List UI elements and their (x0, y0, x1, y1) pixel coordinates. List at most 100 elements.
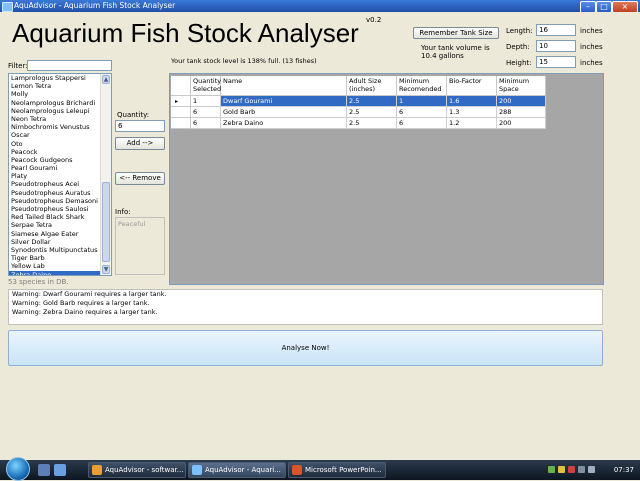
col-header-name[interactable]: Name (221, 76, 347, 96)
window-title-bar[interactable]: AquAdvisor - Aquarium Fish Stock Analyse… (0, 0, 640, 13)
fish-list-item[interactable]: Serpae Tetra (9, 221, 111, 229)
fish-list-item[interactable]: Lamprologus Stappersi (9, 74, 111, 82)
cell-bio-factor[interactable]: 1.3 (447, 107, 497, 118)
fish-list-item[interactable]: Tiger Barb (9, 254, 111, 262)
fish-list-item[interactable]: Red Tailed Black Shark (9, 213, 111, 221)
tray-volume-icon[interactable] (588, 466, 595, 473)
fish-list-item[interactable]: Pseudotropheus Saulosi (9, 205, 111, 213)
taskbar-button-label: Microsoft PowerPoin... (305, 466, 382, 474)
add-button[interactable]: Add --> (115, 137, 165, 150)
fish-list-items: Lamprologus Stappersi Lemon Tetra Molly Neo… (9, 74, 111, 275)
taskbar-button-aquadvisor-app[interactable]: AquAdvisor - Aquari... (188, 462, 286, 478)
length-label: Length: (506, 27, 533, 35)
fish-list-item[interactable]: Zebra Daino (9, 270, 111, 275)
cell-adult-size[interactable]: 2.5 (347, 107, 397, 118)
analyse-now-button[interactable]: Analyse Now! (8, 330, 603, 366)
fish-list-item[interactable]: Peacock Gudgeons (9, 156, 111, 164)
fish-list-item[interactable]: Pseudotropheus Demasoni (9, 197, 111, 205)
fish-list-item[interactable]: Silver Dollar (9, 238, 111, 246)
cell-bio-factor[interactable]: 1.6 (447, 96, 497, 107)
tray-network-icon[interactable] (578, 466, 585, 473)
switch-windows-icon[interactable] (54, 464, 66, 476)
row-header[interactable] (171, 107, 191, 118)
fish-list-item[interactable]: Platy (9, 172, 111, 180)
cell-min-recommended[interactable]: 6 (397, 118, 447, 129)
fish-list-item[interactable]: Oscar (9, 131, 111, 139)
tray-app-icon[interactable] (548, 466, 555, 473)
length-input[interactable]: 16 (536, 24, 576, 36)
col-header-quantity[interactable]: Quantity Selected (191, 76, 221, 96)
col-header-min-space[interactable]: Minimum Space (497, 76, 546, 96)
taskbar-button-label: AquAdvisor - softwar... (105, 466, 184, 474)
tray-notification-icon[interactable] (558, 466, 565, 473)
fish-list-item[interactable]: Siamese Algae Eater (9, 230, 111, 238)
col-header-bio-factor[interactable]: Bio-Factor (447, 76, 497, 96)
warning-line: Warning: Zebra Daino requires a larger t… (12, 308, 158, 316)
fish-species-list[interactable]: Lamprologus Stappersi Lemon Tetra Molly Neo… (8, 73, 112, 276)
cell-quantity[interactable]: 1 (191, 96, 221, 107)
fish-list-item[interactable]: Neolamprologus Leleupi (9, 107, 111, 115)
quantity-input[interactable]: 6 (115, 120, 165, 132)
cell-min-space[interactable]: 288 (497, 107, 546, 118)
system-tray: 07:37 (540, 460, 640, 480)
depth-label: Depth: (506, 43, 530, 51)
remove-button[interactable]: <-- Remove (115, 172, 165, 185)
cell-adult-size[interactable]: 2.5 (347, 118, 397, 129)
cell-min-space[interactable]: 200 (497, 96, 546, 107)
cell-name[interactable]: Gold Barb (221, 107, 347, 118)
cell-min-space[interactable]: 200 (497, 118, 546, 129)
fish-list-item[interactable]: Pearl Gourami (9, 164, 111, 172)
taskbar-button-label: AquAdvisor - Aquari... (205, 466, 281, 474)
taskbar-button-aquadvisor-software[interactable]: AquAdvisor - softwar... (88, 462, 186, 478)
list-scrollbar[interactable]: ▲ ▼ (100, 74, 111, 275)
cell-quantity[interactable]: 6 (191, 118, 221, 129)
fish-list-item[interactable]: Neolamprologus Brichardi (9, 99, 111, 107)
clock[interactable]: 07:37 (614, 466, 634, 474)
fish-list-item[interactable]: Neon Tetra (9, 115, 111, 123)
fish-list-item[interactable]: Yellow Lab (9, 262, 111, 270)
cell-min-recommended[interactable]: 6 (397, 107, 447, 118)
info-label: Info: (115, 208, 131, 216)
filter-input[interactable] (27, 60, 112, 71)
row-header[interactable]: ▸ (171, 96, 191, 107)
depth-input[interactable]: 10 (536, 40, 576, 52)
cell-min-recommended[interactable]: 1 (397, 96, 447, 107)
powerpoint-icon (292, 465, 302, 475)
taskbar-button-powerpoint[interactable]: Microsoft PowerPoin... (288, 462, 386, 478)
stock-level-text: Your tank stock level is 138% full. (13 … (171, 57, 317, 65)
height-label: Height: (506, 59, 532, 67)
start-orb-icon[interactable] (6, 457, 30, 481)
remember-tank-size-button[interactable]: Remember Tank Size (413, 27, 499, 39)
browser-icon (92, 465, 102, 475)
version-label: v0.2 (366, 16, 382, 24)
row-header[interactable] (171, 118, 191, 129)
cell-adult-size[interactable]: 2.5 (347, 96, 397, 107)
scroll-down-icon[interactable]: ▼ (102, 265, 110, 274)
warning-line: Warning: Dwarf Gourami requires a larger… (12, 290, 167, 298)
cell-quantity[interactable]: 6 (191, 107, 221, 118)
height-unit: inches (580, 59, 603, 67)
fish-list-item[interactable]: Oto (9, 140, 111, 148)
app-title: Aquarium Fish Stock Analyser (12, 18, 359, 48)
fish-list-item[interactable]: Peacock (9, 148, 111, 156)
height-input[interactable]: 15 (536, 56, 576, 68)
fish-list-item[interactable]: Molly (9, 90, 111, 98)
quantity-label: Quantity: (117, 111, 150, 119)
window-title: AquAdvisor - Aquarium Fish Stock Analyse… (14, 1, 176, 10)
fish-list-item[interactable]: Synodontis Multipunctatus (9, 246, 111, 254)
cell-name[interactable]: Zebra Daino (221, 118, 347, 129)
scroll-thumb[interactable] (102, 182, 110, 262)
tank-volume-line2: 10.4 gallons (421, 52, 464, 60)
tray-security-icon[interactable] (568, 466, 575, 473)
fish-list-item[interactable]: Pseudotropheus Auratus (9, 189, 111, 197)
cell-bio-factor[interactable]: 1.2 (447, 118, 497, 129)
scroll-up-icon[interactable]: ▲ (102, 75, 110, 84)
fish-list-item[interactable]: Lemon Tetra (9, 82, 111, 90)
selected-fish-grid[interactable]: Quantity Selected Name Adult Size (inche… (169, 73, 604, 285)
col-header-min-recommended[interactable]: Minimum Recomended (397, 76, 447, 96)
cell-name[interactable]: Dwarf Gourami (221, 96, 347, 107)
fish-list-item[interactable]: Nimbochromis Venustus (9, 123, 111, 131)
fish-list-item[interactable]: Pseudotropheus Acei (9, 180, 111, 188)
col-header-adult-size[interactable]: Adult Size (inches) (347, 76, 397, 96)
show-desktop-icon[interactable] (38, 464, 50, 476)
